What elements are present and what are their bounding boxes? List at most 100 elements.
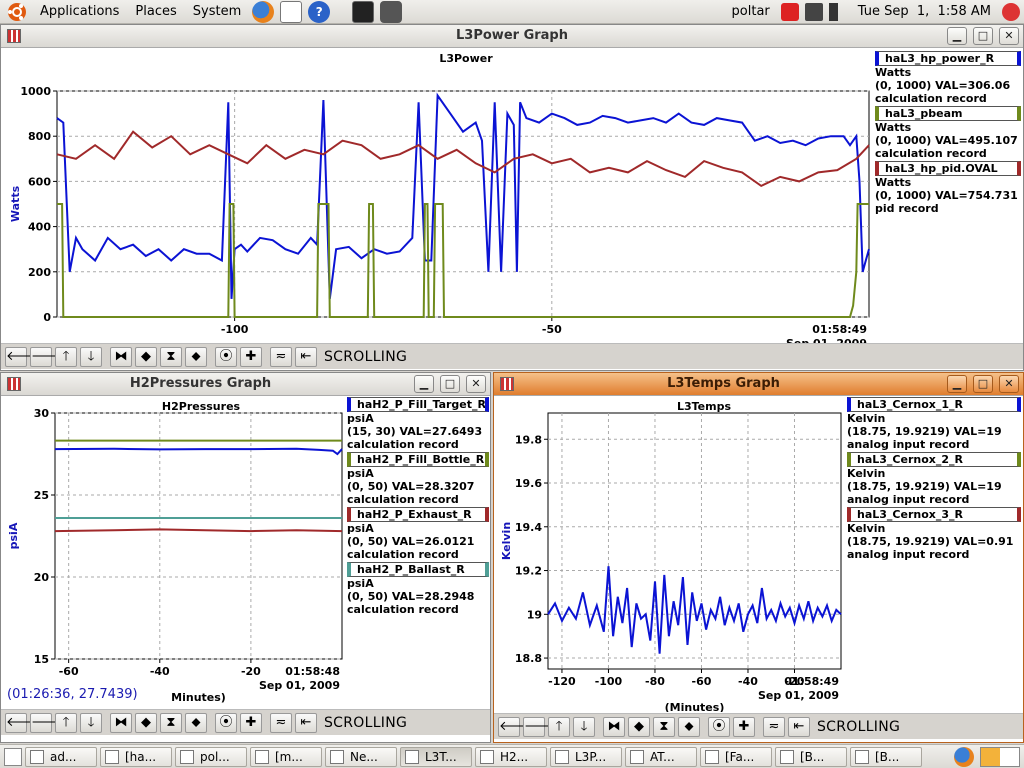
close-button[interactable]: ✕ (999, 27, 1019, 45)
legend-entry[interactable]: haL3_Cernox_1_R Kelvin (18.75, 19.9219) VA… (847, 397, 1021, 451)
legend-entry[interactable]: haL3_pbeam Watts (0, 1000) VAL=495.107 calc… (875, 106, 1021, 160)
help-icon[interactable]: ? (308, 0, 331, 23)
taskbar-item[interactable]: [m... (250, 746, 322, 767)
style-button[interactable]: ≂ (763, 716, 785, 737)
close-button[interactable]: ✕ (466, 375, 486, 393)
pan-down-button[interactable]: 🡓 (573, 716, 595, 737)
ubuntu-logo-icon[interactable] (6, 1, 28, 23)
firefox-icon[interactable] (252, 0, 275, 23)
zoom-x-in-button[interactable]: ⧓ (110, 346, 132, 367)
zoom-y-out-button[interactable]: ⬥ (678, 716, 700, 737)
mail-icon[interactable] (280, 0, 303, 23)
legend-entry[interactable]: haH2_P_Fill_Target_R psiA (15, 30) VAL=27.… (347, 397, 489, 451)
taskbar-item[interactable]: [ha... (100, 746, 172, 767)
legend-entry[interactable]: haH2_P_Fill_Bottle_R psiA (0, 50) VAL=28.3… (347, 452, 489, 506)
taskbar-item[interactable]: [Fa... (700, 746, 772, 767)
zoom-y-in-button[interactable]: ⧗ (160, 346, 182, 367)
style-button[interactable]: ≂ (270, 346, 292, 367)
pan-right-button[interactable]: 🡒 (30, 346, 66, 367)
reset-button[interactable]: ⦿ (215, 712, 237, 733)
taskbar-item[interactable]: [B... (850, 746, 922, 767)
user-name[interactable]: poltar (724, 0, 778, 24)
pan-left-button[interactable]: 🡐 (498, 716, 534, 737)
legend-entry[interactable]: haH2_P_Exhaust_R psiA (0, 50) VAL=26.0121 c… (347, 507, 489, 561)
clock[interactable]: Tue Sep 1, 1:58 AM (850, 0, 999, 24)
pan-down-button[interactable]: 🡓 (80, 346, 102, 367)
add-button[interactable]: ✚ (733, 716, 755, 737)
network-icon[interactable] (804, 2, 823, 21)
close-button[interactable]: ✕ (999, 375, 1019, 393)
taskbar-item[interactable]: L3T... (400, 746, 472, 767)
maximize-button[interactable]: □ (440, 375, 460, 393)
h2pressures-titlebar[interactable]: H2Pressures Graph ▁ □ ✕ (1, 373, 490, 396)
legend-units: psiA (347, 577, 374, 590)
reset-button[interactable]: ⦿ (708, 716, 730, 737)
maximize-button[interactable]: □ (973, 375, 993, 393)
scroll-mode-icon[interactable]: ⇤ (788, 716, 810, 737)
pan-up-button[interactable]: 🡑 (55, 346, 77, 367)
zoom-y-out-button[interactable]: ⬥ (185, 346, 207, 367)
pan-up-button[interactable]: 🡑 (548, 716, 570, 737)
legend-entry[interactable]: haH2_P_Ballast_R psiA (0, 50) VAL=28.2948 c… (347, 562, 489, 616)
zoom-x-in-button[interactable]: ⧓ (110, 712, 132, 733)
pan-left-button[interactable]: 🡐 (5, 712, 41, 733)
taskbar-item[interactable]: ad... (25, 746, 97, 767)
taskbar-item[interactable]: L3P... (550, 746, 622, 767)
scroll-mode-icon[interactable]: ⇤ (295, 346, 317, 367)
zoom-x-out-button[interactable]: ◆ (135, 346, 157, 367)
pan-left-button[interactable]: 🡐 (5, 346, 41, 367)
legend-value: (18.75, 19.9219) VAL=0.91 (847, 535, 1014, 548)
window-icon (330, 749, 344, 764)
zoom-y-in-button[interactable]: ⧗ (653, 716, 675, 737)
style-button[interactable]: ≂ (270, 712, 292, 733)
pan-right-button[interactable]: 🡒 (30, 712, 66, 733)
zoom-x-out-button[interactable]: ◆ (628, 716, 650, 737)
taskbar-item[interactable]: Ne... (325, 746, 397, 767)
maximize-button[interactable]: □ (973, 27, 993, 45)
update-notifier-icon[interactable] (780, 2, 799, 21)
legend-entry[interactable]: haL3_hp_pid.OVAL Watts (0, 1000) VAL=754.7… (875, 161, 1021, 215)
pan-down-button[interactable]: 🡓 (80, 712, 102, 733)
taskbar-item[interactable]: H2... (475, 746, 547, 767)
show-desktop-icon[interactable] (4, 747, 22, 766)
legend-series-name: haL3_Cernox_2_R (847, 452, 1021, 467)
task-list: ad... [ha... pol... [m... Ne... L3T... H2... L3… (22, 746, 922, 767)
workspace-switcher[interactable] (980, 746, 1020, 767)
l3power-window[interactable]: L3Power Graph ▁ □ ✕ 0 200 400 600 800 1000 -10… (0, 24, 1024, 371)
legend-entry[interactable]: haL3_Cernox_3_R Kelvin (18.75, 19.9219) VA… (847, 507, 1021, 561)
volume-icon[interactable] (828, 2, 847, 21)
firefox-tray-icon[interactable] (954, 746, 974, 767)
pan-right-button[interactable]: 🡒 (523, 716, 559, 737)
minimize-button[interactable]: ▁ (947, 27, 967, 45)
legend-record-type: calculation record (875, 147, 987, 160)
legend-value: (18.75, 19.9219) VAL=19 (847, 480, 1002, 493)
taskbar-item[interactable]: [B... (775, 746, 847, 767)
terminal-icon[interactable] (352, 0, 375, 23)
menu-applications[interactable]: Applications (32, 0, 127, 24)
minimize-button[interactable]: ▁ (947, 375, 967, 393)
minimize-button[interactable]: ▁ (414, 375, 434, 393)
l3temps-window[interactable]: L3Temps Graph ▁ □ ✕ 18.8 19 19.2 19.4 19.6 19… (493, 372, 1024, 743)
taskbar-item[interactable]: AT... (625, 746, 697, 767)
l3power-titlebar[interactable]: L3Power Graph ▁ □ ✕ (1, 25, 1023, 48)
h2pressures-window[interactable]: H2Pressures Graph ▁ □ ✕ 15 20 25 30 -60 -40 -2… (0, 372, 491, 743)
l3temps-titlebar[interactable]: L3Temps Graph ▁ □ ✕ (494, 373, 1023, 396)
zoom-x-in-button[interactable]: ⧓ (603, 716, 625, 737)
graph-toolbar: 🡐 🡒 🡑 🡓 ⧓ ◆ ⧗ ⬥ ⦿ ✚ ≂ ⇤ SCROLLING (1, 343, 1023, 369)
zoom-y-in-button[interactable]: ⧗ (160, 712, 182, 733)
menu-system[interactable]: System (185, 0, 249, 24)
legend-entry[interactable]: haL3_hp_power_R Watts (0, 1000) VAL=306.06… (875, 51, 1021, 105)
reset-button[interactable]: ⦿ (215, 346, 237, 367)
add-button[interactable]: ✚ (240, 346, 262, 367)
l3power-chart[interactable]: 02004006008001000-100-50Watts(Minutes)01… (1, 48, 1023, 345)
menu-places[interactable]: Places (127, 0, 184, 24)
taskbar-item[interactable]: pol... (175, 746, 247, 767)
zoom-y-out-button[interactable]: ⬥ (185, 712, 207, 733)
power-icon[interactable] (1002, 2, 1020, 21)
scroll-mode-icon[interactable]: ⇤ (295, 712, 317, 733)
zoom-x-out-button[interactable]: ◆ (135, 712, 157, 733)
legend-entry[interactable]: haL3_Cernox_2_R Kelvin (18.75, 19.9219) VA… (847, 452, 1021, 506)
add-button[interactable]: ✚ (240, 712, 262, 733)
pan-up-button[interactable]: 🡑 (55, 712, 77, 733)
camera-icon[interactable] (380, 0, 403, 23)
